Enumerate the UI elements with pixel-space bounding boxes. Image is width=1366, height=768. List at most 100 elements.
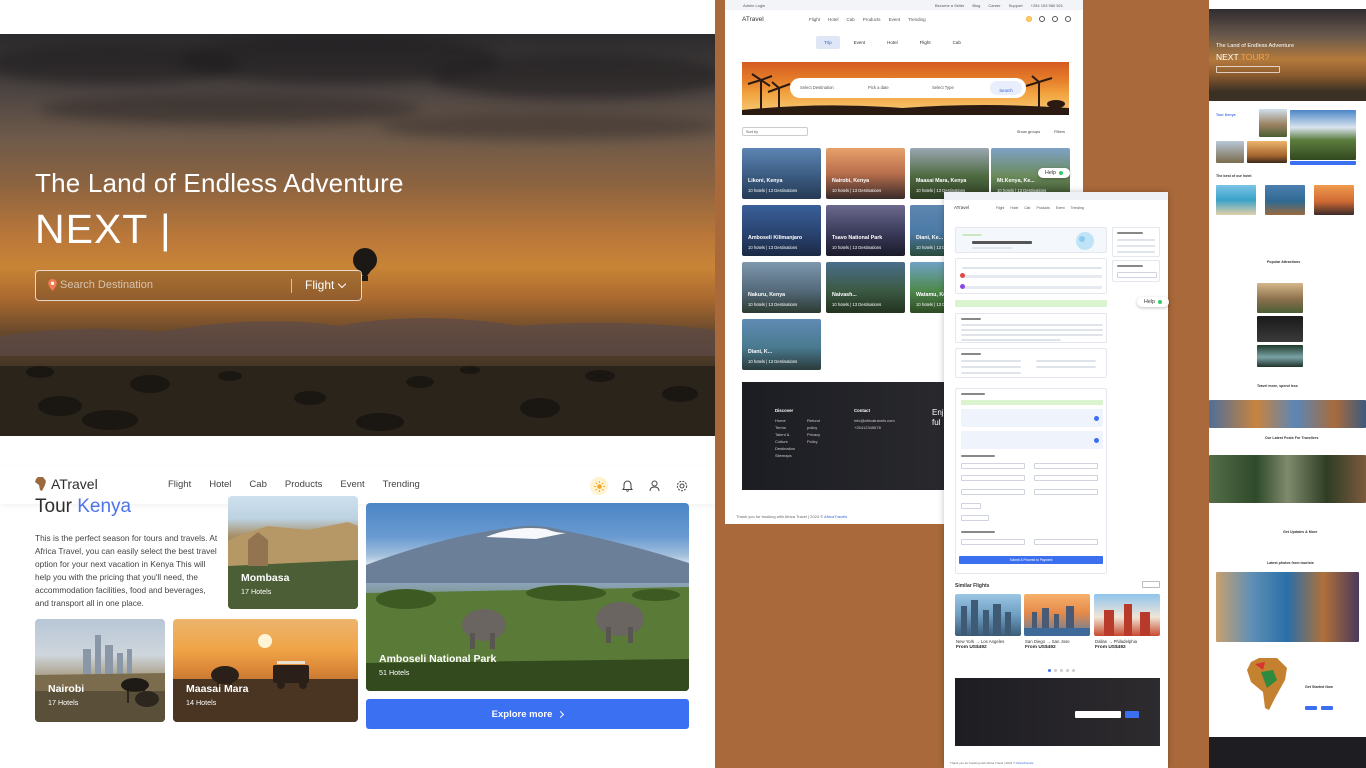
dot-icon[interactable] [1054,669,1057,672]
search-button[interactable]: Search [990,81,1022,95]
proceed-to-payment-button[interactable]: Submit & Proceed to Payment [959,556,1103,564]
nav-link-products[interactable]: Products [1036,206,1049,210]
footer-link[interactable]: Privacy [807,431,820,438]
nav-link-event[interactable]: Event [340,479,364,490]
mid-search-bar[interactable]: Select Destination Pick a date Select Ty… [790,78,1026,98]
hero-search-bar[interactable]: Search Destination Flight [35,270,362,301]
footer-link[interactable]: Refund [807,417,820,424]
nav-link-trending[interactable]: Trending [383,479,420,490]
destination-tile[interactable]: Amboseli Kilimanjaro 10 hotels | 13 Desti… [742,205,821,256]
nav-link-products[interactable]: Products [863,17,881,22]
preview-cta-button[interactable] [1321,706,1333,710]
nav-link-flight[interactable]: Flight [168,479,191,490]
tab-event[interactable]: Event [845,36,874,49]
bell-icon[interactable] [1039,16,1045,22]
footer-thanks-link[interactable]: AfricaTravels [824,514,847,519]
overview-card [955,313,1107,343]
select-type-field[interactable]: Select Type [932,85,954,90]
preview-search-bar[interactable] [1216,66,1280,73]
profile-button[interactable] [647,479,662,494]
destination-tile[interactable]: Naivash... 10 hotels | 13 Destinations [826,262,905,313]
nav-link-cab[interactable]: Cab [249,479,266,490]
preview-explore-button[interactable] [1290,161,1356,165]
dot-icon[interactable] [1048,669,1051,672]
settings-icon[interactable] [1065,16,1071,22]
nav-link-event[interactable]: Event [889,17,901,22]
nav-link-flight[interactable]: Flight [809,17,820,22]
destination-card-nairobi[interactable]: Nairobi 17 Hotels [35,619,165,722]
destination-card-maasai-mara[interactable]: Maasai Mara 14 Hotels [173,619,358,722]
show-groups-button[interactable]: Show groups [1017,129,1040,134]
explore-more-button[interactable]: Explore more [366,699,689,729]
destination-count: 10 hotels | 13 Destinations [748,359,798,364]
mid-logo[interactable]: ATravel [742,16,764,23]
footer-link[interactable]: Culture [775,438,795,445]
nav-link-cab[interactable]: Cab [1024,206,1030,210]
settings-button[interactable] [674,479,689,494]
search-type-dropdown[interactable]: Flight [305,278,347,292]
view-all-button[interactable] [1142,581,1160,588]
newsletter-submit-button[interactable] [1125,711,1139,718]
nav-link-hotel[interactable]: Hotel [828,17,839,22]
footer-link[interactable]: Talent & [775,431,795,438]
preview-hero-title-highlight: TOUR? [1240,52,1270,62]
tab-cab[interactable]: Cab [944,36,969,49]
career-link[interactable]: Career [988,3,1000,8]
tab-hotel[interactable]: Hotel [879,36,906,49]
footer-email[interactable]: info@africatravels.com [854,417,895,424]
logo[interactable]: ATravel [35,476,98,492]
sort-by-dropdown[interactable]: Sort by [742,127,808,136]
nav-link-flight[interactable]: Flight [996,206,1004,210]
overlay-logo[interactable]: ATravel [954,205,969,210]
become-seller-link[interactable]: Become a Seller [935,3,964,8]
help-button-2[interactable]: Help [1137,297,1169,307]
similar-flight-card-1[interactable] [955,594,1021,636]
filters-button[interactable]: Filters [1054,129,1065,134]
preview-cta-button[interactable] [1305,706,1317,710]
nav-link-hotel[interactable]: Hotel [1010,206,1018,210]
destination-card-amboseli[interactable]: Amboseli National Park 51 Hotels [366,503,689,691]
footer-link[interactable]: Policy [807,438,820,445]
footer-link[interactable]: policy [807,424,820,431]
pick-date-field[interactable]: Pick a date [868,85,889,90]
preview-deals-strip [1209,400,1366,428]
preview-image [1290,110,1356,160]
newsletter-email-input[interactable] [1075,711,1121,718]
dot-icon[interactable] [1072,669,1075,672]
destination-card-mombasa[interactable]: Mombasa 17 Hotels [228,496,358,609]
select-destination-field[interactable]: Select Destination [800,85,834,90]
footer-link[interactable]: Sitemaps [775,452,795,459]
dot-icon[interactable] [1060,669,1063,672]
tab-trip[interactable]: Trip [816,36,840,49]
dot-icon[interactable] [1066,669,1069,672]
destination-tile[interactable]: Likoni, Kenya 10 hotels | 13 Destinations [742,148,821,199]
user-icon[interactable] [1052,16,1058,22]
destination-tile[interactable]: Tsavo National Park 10 hotels | 13 Destin… [826,205,905,256]
nav-link-event[interactable]: Event [1056,206,1065,210]
help-button[interactable]: Help [1038,168,1070,178]
support-link[interactable]: Support [1009,3,1023,8]
sun-icon[interactable] [1026,16,1032,22]
destination-tile[interactable]: Diani, K... 10 hotels | 13 Destinations [742,319,821,370]
blog-link[interactable]: Blog [972,3,980,8]
nav-link-hotel[interactable]: Hotel [209,479,231,490]
similar-flight-card-3[interactable] [1094,594,1160,636]
nav-link-trending[interactable]: Trending [1071,206,1084,210]
nav-link-trending[interactable]: Trending [908,17,926,22]
notifications-button[interactable] [620,479,635,494]
theme-toggle[interactable] [590,477,608,495]
footer-link[interactable]: Home [775,417,795,424]
similar-flight-card-2[interactable] [1024,594,1090,636]
destination-tile[interactable]: Nakuru, Kenya 10 hotels | 13 Destinations [742,262,821,313]
footer-thanks-link[interactable]: AfricaTravels [1016,761,1033,765]
footer-phone[interactable]: +25412345678 [854,424,895,431]
preview-navbar [1209,0,1366,9]
admin-login-link[interactable]: Admin Login [743,3,765,8]
footer-link[interactable]: Destination [775,445,795,452]
destination-tile[interactable]: Nairobi, Kenya 10 hotels | 13 Destination… [826,148,905,199]
nav-link-products[interactable]: Products [285,479,323,490]
tab-flight[interactable]: Flight [911,36,939,49]
nav-link-cab[interactable]: Cab [847,17,855,22]
search-destination-input[interactable]: Search Destination [60,279,153,291]
footer-link[interactable]: Terms [775,424,795,431]
